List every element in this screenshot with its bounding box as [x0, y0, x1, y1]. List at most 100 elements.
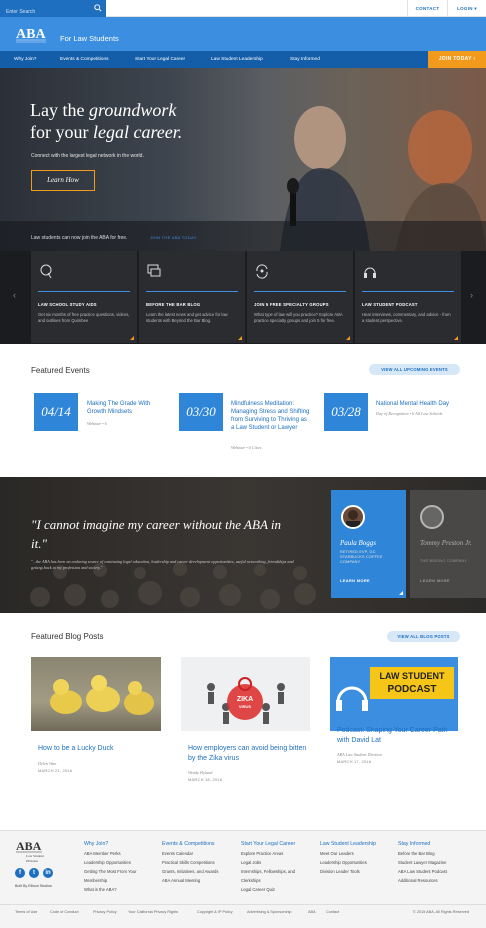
footer-link[interactable]: Clerkships — [241, 878, 261, 883]
footer-link[interactable]: Legal Career Quiz — [241, 887, 275, 892]
footer-col-heading[interactable]: Law Student Leadership — [320, 841, 376, 847]
hero-line1-em: groundwork — [88, 100, 177, 120]
footer-col-heading[interactable]: Why Join? — [84, 841, 108, 847]
carousel-prev-icon[interactable]: ‹ — [13, 290, 16, 300]
footer-link[interactable]: Leadership Opportunities — [320, 860, 367, 865]
top-bar: CONTACT LOGIN ▾ — [0, 0, 486, 21]
duck-image[interactable] — [31, 657, 161, 731]
profile-name: Paula Boggs — [340, 539, 376, 547]
tile-divider — [38, 291, 130, 292]
footer-link[interactable]: ABA Annual Meeting — [162, 878, 200, 883]
corner-arrow-icon — [399, 591, 403, 595]
profile-card[interactable]: Tommy Preston Jr. THE BOEING COMPANY LEA… — [410, 490, 486, 598]
search-box[interactable] — [0, 0, 106, 21]
footer-bottom-link[interactable]: Code of Conduct — [50, 910, 79, 914]
tile-title: JOIN 5 FREE SPECIALTY GROUPS — [254, 302, 329, 307]
footer-link[interactable]: Meet Our Leaders — [320, 851, 354, 856]
tile-title: LAW STUDENT PODCAST — [362, 302, 418, 307]
zika-image[interactable]: ZIKA VIRUS — [181, 657, 310, 731]
zika-title: ZIKA — [236, 696, 254, 703]
built-by-link[interactable]: Built By Ellison Studios — [15, 884, 52, 888]
footer-link[interactable]: Leadership Opportunities — [84, 860, 131, 865]
footer-col-heading[interactable]: Stay Informed — [398, 841, 430, 847]
nav-leadership[interactable]: Law Student Leadership — [211, 51, 263, 68]
join-aba-link[interactable]: JOIN THE ABA TODAY — [150, 235, 197, 240]
footer-col-heading[interactable]: Start Your Legal Career — [241, 841, 295, 847]
blog-title-link[interactable]: Podcast: Shaping Your Career Path with D… — [337, 726, 457, 746]
footer-bottom-link[interactable]: Your California Privacy Rights — [128, 910, 178, 914]
linkedin-icon[interactable]: in — [43, 868, 53, 878]
footer-link[interactable]: Membership — [84, 878, 107, 883]
footer-link[interactable]: Division Leader Tools — [320, 869, 360, 874]
footer-bottom-link[interactable]: Copyright & IP Policy — [197, 910, 233, 914]
view-all-events-button[interactable]: VIEW ALL UPCOMING EVENTS — [369, 364, 460, 375]
corner-arrow-icon — [346, 336, 350, 340]
carousel-next-icon[interactable]: › — [470, 290, 473, 300]
search-icon[interactable] — [94, 4, 102, 12]
footer-link[interactable]: Practical Skills Competitions — [162, 860, 215, 865]
footer-link[interactable]: Before the Bar Blog — [398, 851, 435, 856]
footer-bottom-link[interactable]: Advertising & Sponsorship — [247, 910, 292, 914]
blog-title-link[interactable]: How employers can avoid being bitten by … — [188, 744, 308, 764]
event-title-link[interactable]: National Mental Health Day — [376, 400, 466, 408]
footer-link[interactable]: Grants, Initiatives, and Awards — [162, 869, 218, 874]
login-label: LOGIN — [457, 6, 473, 11]
nav-events[interactable]: Events & Competitions — [60, 51, 109, 68]
nav-stay-informed[interactable]: Stay Informed — [290, 51, 320, 68]
learn-more-link[interactable]: LEARN MORE — [340, 578, 370, 583]
tile-divider — [146, 291, 238, 292]
testimonial-excerpt: "...the ABA has been an enduring source … — [31, 559, 294, 570]
blog-date: MARCH 21, 2016 — [38, 768, 73, 773]
learn-how-button[interactable]: Learn How — [31, 170, 95, 191]
blog-title-link[interactable]: How to be a Lucky Duck — [38, 744, 158, 754]
footer-bottom-bar — [0, 904, 486, 928]
event-title-link[interactable]: Mindfulness Meditation: Managing Stress … — [231, 400, 311, 432]
podcast-image[interactable]: LAW STUDENT PODCAST — [330, 657, 458, 731]
join-today-button[interactable]: JOIN TODAY › — [428, 51, 486, 68]
brand-title: For Law Students — [60, 34, 119, 43]
footer-link[interactable]: Legal Jobs — [241, 860, 261, 865]
footer-link[interactable]: ABA Member Perks — [84, 851, 121, 856]
zika-label: ZIKA VIRUS — [232, 696, 258, 710]
tile-title: BEFORE THE BAR BLOG — [146, 302, 201, 307]
tile-bar-blog[interactable]: BEFORE THE BAR BLOG Learn the latest new… — [139, 251, 245, 343]
profile-card-active[interactable]: Paula Boggs RETIRED EVP, GC STARBUCKS CO… — [331, 490, 406, 598]
footer-link[interactable]: Getting The Most From Your — [84, 869, 137, 874]
view-all-blog-button[interactable]: VIEW ALL BLOG POSTS — [387, 631, 460, 642]
hero-heading: Lay the groundwork for your legal career. — [30, 99, 260, 143]
footer-bottom-link[interactable]: Terms of Use — [15, 910, 37, 914]
tile-specialty-groups[interactable]: JOIN 5 FREE SPECIALTY GROUPS What type o… — [247, 251, 353, 343]
footer-link[interactable]: Internships, Fellowships, and — [241, 869, 295, 874]
footer-bottom-link[interactable]: Contact — [326, 910, 339, 914]
event-meta: Webinar • 6 Cities — [231, 445, 262, 450]
twitter-icon[interactable]: t — [29, 868, 39, 878]
event-title-link[interactable]: Making The Grade With Growth Mindsets — [87, 400, 157, 416]
tile-podcast[interactable]: LAW STUDENT PODCAST Hear interviews, com… — [355, 251, 461, 343]
chevron-down-icon: ▾ — [474, 6, 477, 11]
learn-more-link[interactable]: LEARN MORE — [420, 578, 450, 583]
tile-study-aids[interactable]: LAW SCHOOL STUDY AIDS Get six months of … — [31, 251, 137, 343]
footer-link[interactable]: Explore Practice Areas — [241, 851, 283, 856]
svg-text:ABA: ABA — [16, 839, 42, 853]
main-nav: Why Join? Events & Competitions Start Yo… — [0, 51, 486, 68]
footer-link[interactable]: Additional Resources — [398, 878, 438, 883]
footer-bottom-link[interactable]: Privacy Policy — [93, 910, 117, 914]
aba-logo[interactable]: ABA — [14, 25, 54, 45]
footer-link[interactable]: Student Lawyer Magazine — [398, 860, 446, 865]
contact-link[interactable]: CONTACT — [407, 0, 447, 17]
corner-arrow-icon — [238, 336, 242, 340]
q-icon — [40, 264, 52, 279]
nav-why-join[interactable]: Why Join? — [14, 51, 36, 68]
footer-col-heading[interactable]: Events & Competitions — [162, 841, 214, 847]
facebook-icon[interactable]: f — [15, 868, 25, 878]
login-link[interactable]: LOGIN ▾ — [447, 0, 486, 17]
footer-link[interactable]: What is the ABA? — [84, 887, 117, 892]
avatar — [420, 505, 444, 529]
footer-bottom-link[interactable]: ABA — [308, 910, 316, 914]
nav-legal-career[interactable]: Start Your Legal Career — [135, 51, 185, 68]
profile-role: THE BOEING COMPANY — [420, 559, 467, 563]
hero-line2: for your — [30, 122, 93, 142]
podcast-title: LAW STUDENT PODCAST — [370, 670, 454, 696]
footer-link[interactable]: Events Calendar — [162, 851, 193, 856]
footer-link[interactable]: ABA Law Student Podcast — [398, 869, 447, 874]
